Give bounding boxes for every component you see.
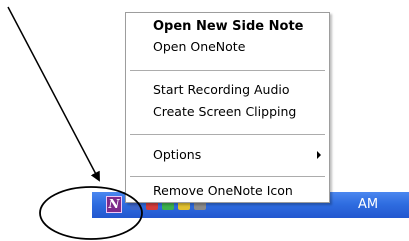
annotation-arrow <box>7 6 100 182</box>
menu-item-options-label: Options <box>153 147 202 162</box>
menu-item-options[interactable]: Options <box>126 145 329 165</box>
context-menu: Open New Side Note Open OneNote Start Re… <box>125 12 330 203</box>
menu-item-remove-onenote-icon[interactable]: Remove OneNote Icon <box>126 181 329 201</box>
menu-item-open-onenote[interactable]: Open OneNote <box>126 37 329 57</box>
onenote-tray-icon[interactable]: N <box>106 196 122 213</box>
submenu-arrow-icon <box>317 151 321 159</box>
menu-item-create-screen-clipping[interactable]: Create Screen Clipping <box>126 102 329 122</box>
menu-item-open-new-side-note[interactable]: Open New Side Note <box>126 17 329 37</box>
menu-separator <box>130 134 325 135</box>
menu-separator <box>130 176 325 177</box>
menu-item-start-recording-audio[interactable]: Start Recording Audio <box>126 80 329 100</box>
menu-separator <box>130 70 325 71</box>
clock-text: AM <box>358 197 379 212</box>
